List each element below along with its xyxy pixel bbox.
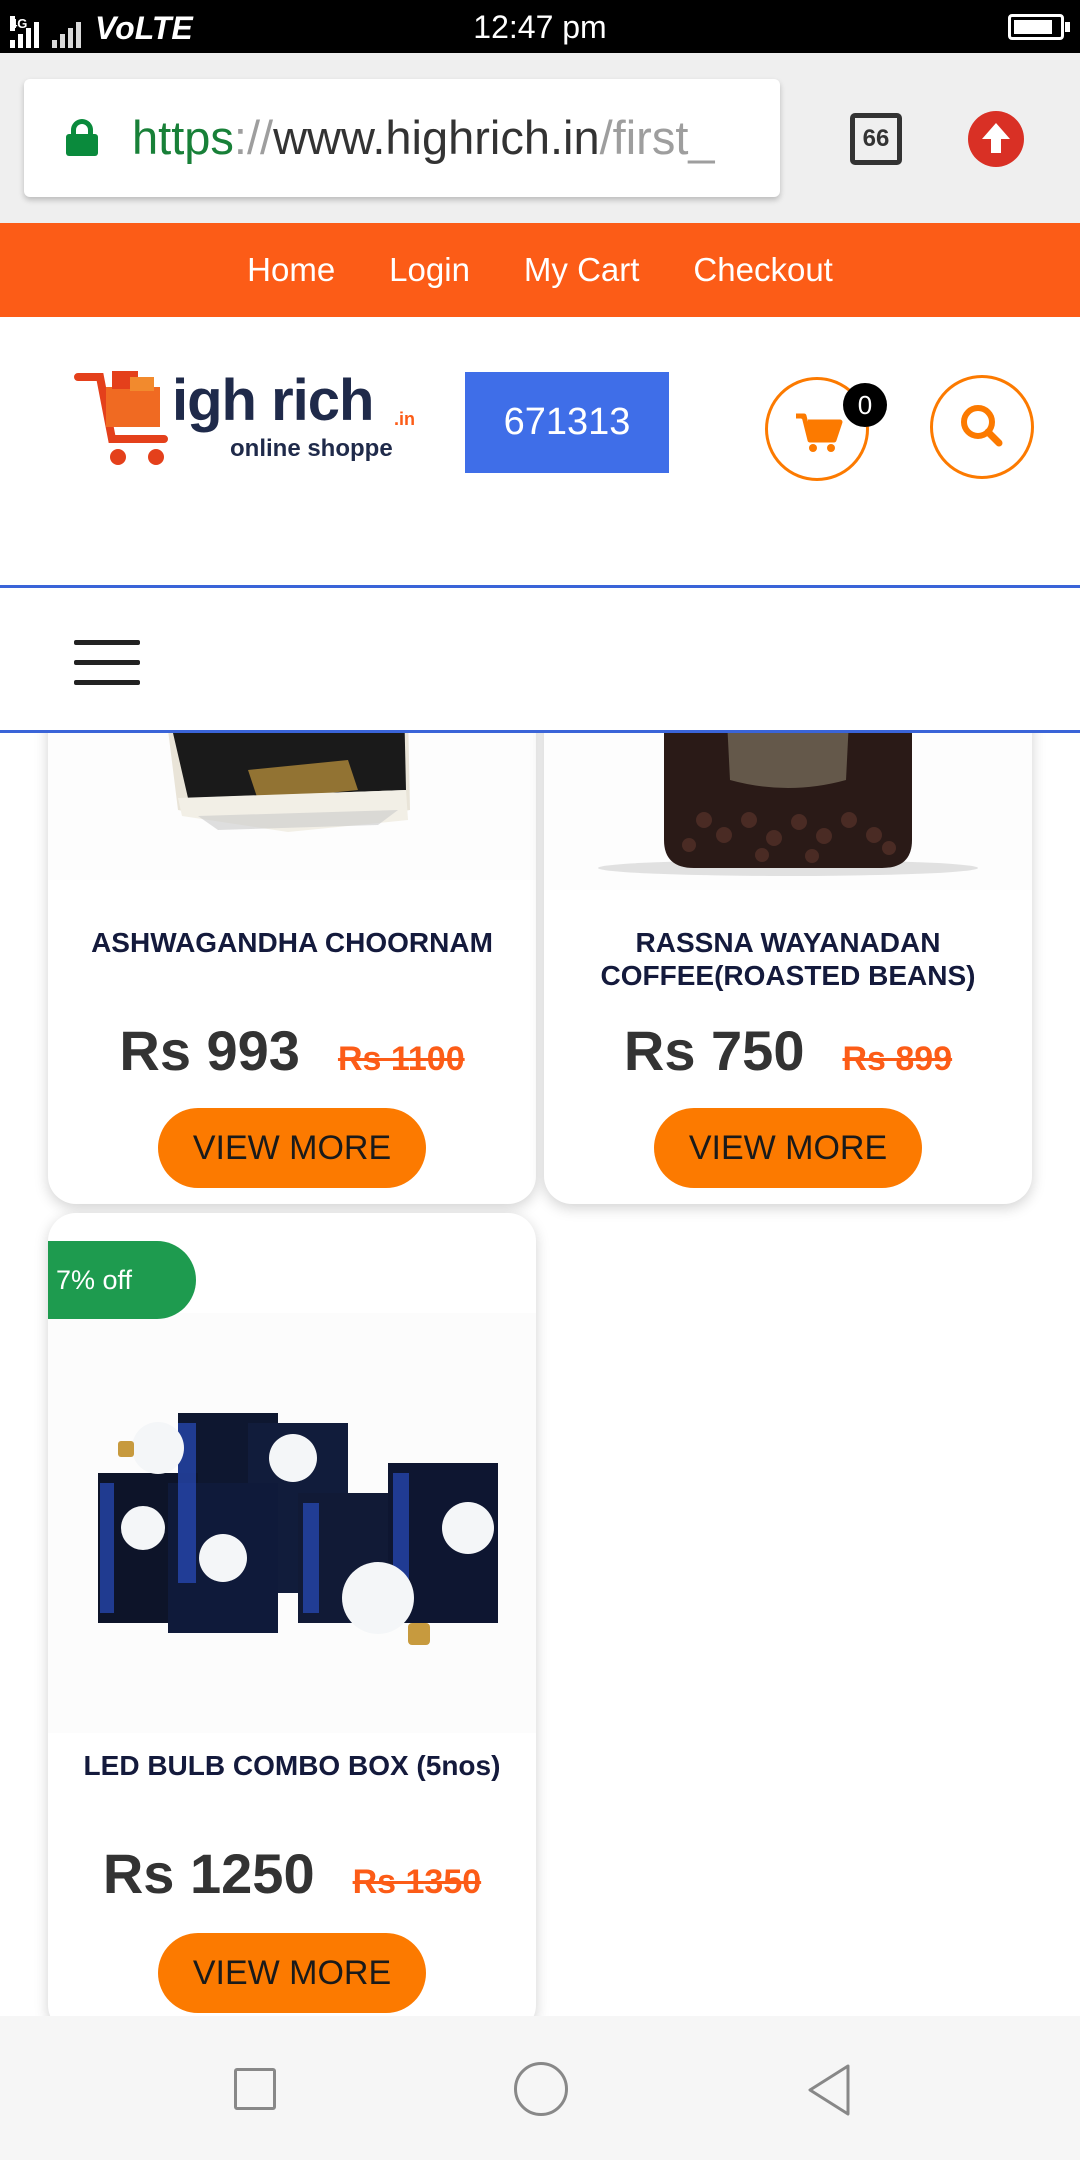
price-old: Rs 899 bbox=[842, 1040, 953, 1078]
price-old: Rs 1100 bbox=[337, 1040, 465, 1078]
search-button[interactable] bbox=[930, 375, 1034, 479]
update-icon[interactable] bbox=[968, 111, 1024, 167]
recent-apps-icon[interactable] bbox=[234, 2068, 276, 2110]
back-icon[interactable] bbox=[804, 2062, 854, 2118]
nav-login-link[interactable]: Login bbox=[389, 223, 470, 317]
lock-body bbox=[66, 134, 98, 156]
update-arrow-icon bbox=[982, 123, 1010, 153]
search-icon bbox=[961, 405, 1003, 447]
price-row: Rs 993 Rs 1100 bbox=[48, 1018, 536, 1083]
price-old: Rs 1350 bbox=[352, 1863, 482, 1901]
view-more-button[interactable]: VIEW MORE bbox=[158, 1933, 426, 2013]
nav-home-link[interactable]: Home bbox=[247, 223, 335, 317]
hamburger-line bbox=[74, 640, 140, 645]
hamburger-line bbox=[74, 680, 140, 685]
site-logo[interactable]: igh rich .in online shoppe bbox=[72, 365, 422, 475]
product-image[interactable] bbox=[48, 1313, 536, 1733]
price-row: Rs 1250 Rs 1350 bbox=[48, 1841, 536, 1906]
cart-count-badge: 0 bbox=[843, 383, 887, 427]
home-icon[interactable] bbox=[514, 2062, 568, 2116]
menu-bar bbox=[0, 585, 1080, 733]
url-scheme: https bbox=[132, 111, 234, 164]
url-separator: :// bbox=[233, 111, 274, 164]
logo-cart-icon bbox=[74, 371, 168, 465]
price-current: Rs 1250 bbox=[102, 1842, 315, 1905]
battery-fill bbox=[1014, 20, 1052, 34]
price-current: Rs 750 bbox=[623, 1019, 805, 1082]
view-more-button[interactable]: VIEW MORE bbox=[158, 1108, 426, 1188]
site-header: igh rich .in online shoppe 671313 0 bbox=[0, 317, 1080, 587]
status-time: 12:47 pm bbox=[473, 9, 607, 45]
logo-subtitle: online shoppe bbox=[230, 435, 393, 462]
price-row: Rs 750 Rs 899 bbox=[544, 1018, 1032, 1083]
url-text[interactable]: https://www.highrich.in/first_ bbox=[132, 109, 715, 167]
status-bar: 4G VoLTE 12:47 pm bbox=[0, 0, 1080, 53]
price-current: Rs 993 bbox=[119, 1019, 300, 1082]
address-bar[interactable]: https://www.highrich.in/first_ bbox=[24, 79, 780, 197]
product-card: 7% off LED BULB COMBO BOX (5nos) Rs 1250… bbox=[48, 1213, 536, 2033]
hamburger-line bbox=[74, 660, 140, 665]
url-host: www.highrich.in bbox=[273, 111, 600, 164]
nav-my-cart-link[interactable]: My Cart bbox=[524, 223, 640, 317]
phone-number-button[interactable]: 671313 bbox=[465, 372, 669, 473]
product-name[interactable]: LED BULB COMBO BOX (5nos) bbox=[48, 1749, 536, 1782]
nav-checkout-link[interactable]: Checkout bbox=[693, 223, 832, 317]
android-nav-bar bbox=[0, 2016, 1080, 2160]
product-name[interactable]: RASSNA WAYANADAN COFFEE(ROASTED BEANS) bbox=[544, 926, 1032, 992]
product-name[interactable]: ASHWAGANDHA CHOORNAM bbox=[48, 926, 536, 959]
screen: 4G VoLTE 12:47 pm https://www.highrich.i… bbox=[0, 0, 1080, 2160]
url-path: /first_ bbox=[599, 111, 715, 164]
logo-text: igh rich bbox=[172, 368, 374, 433]
view-more-button[interactable]: VIEW MORE bbox=[654, 1108, 922, 1188]
hamburger-icon[interactable] bbox=[74, 640, 140, 686]
discount-badge: 7% off bbox=[48, 1241, 196, 1319]
lock-icon[interactable] bbox=[66, 119, 98, 156]
top-nav: Home Login My Cart Checkout bbox=[0, 223, 1080, 317]
led-bulb-combo-image bbox=[48, 1313, 536, 1733]
tabs-icon[interactable]: 66 bbox=[850, 113, 902, 165]
battery-icon bbox=[1008, 14, 1070, 40]
browser-toolbar: https://www.highrich.in/first_ 66 bbox=[0, 53, 1080, 223]
logo-suffix: .in bbox=[394, 409, 415, 429]
